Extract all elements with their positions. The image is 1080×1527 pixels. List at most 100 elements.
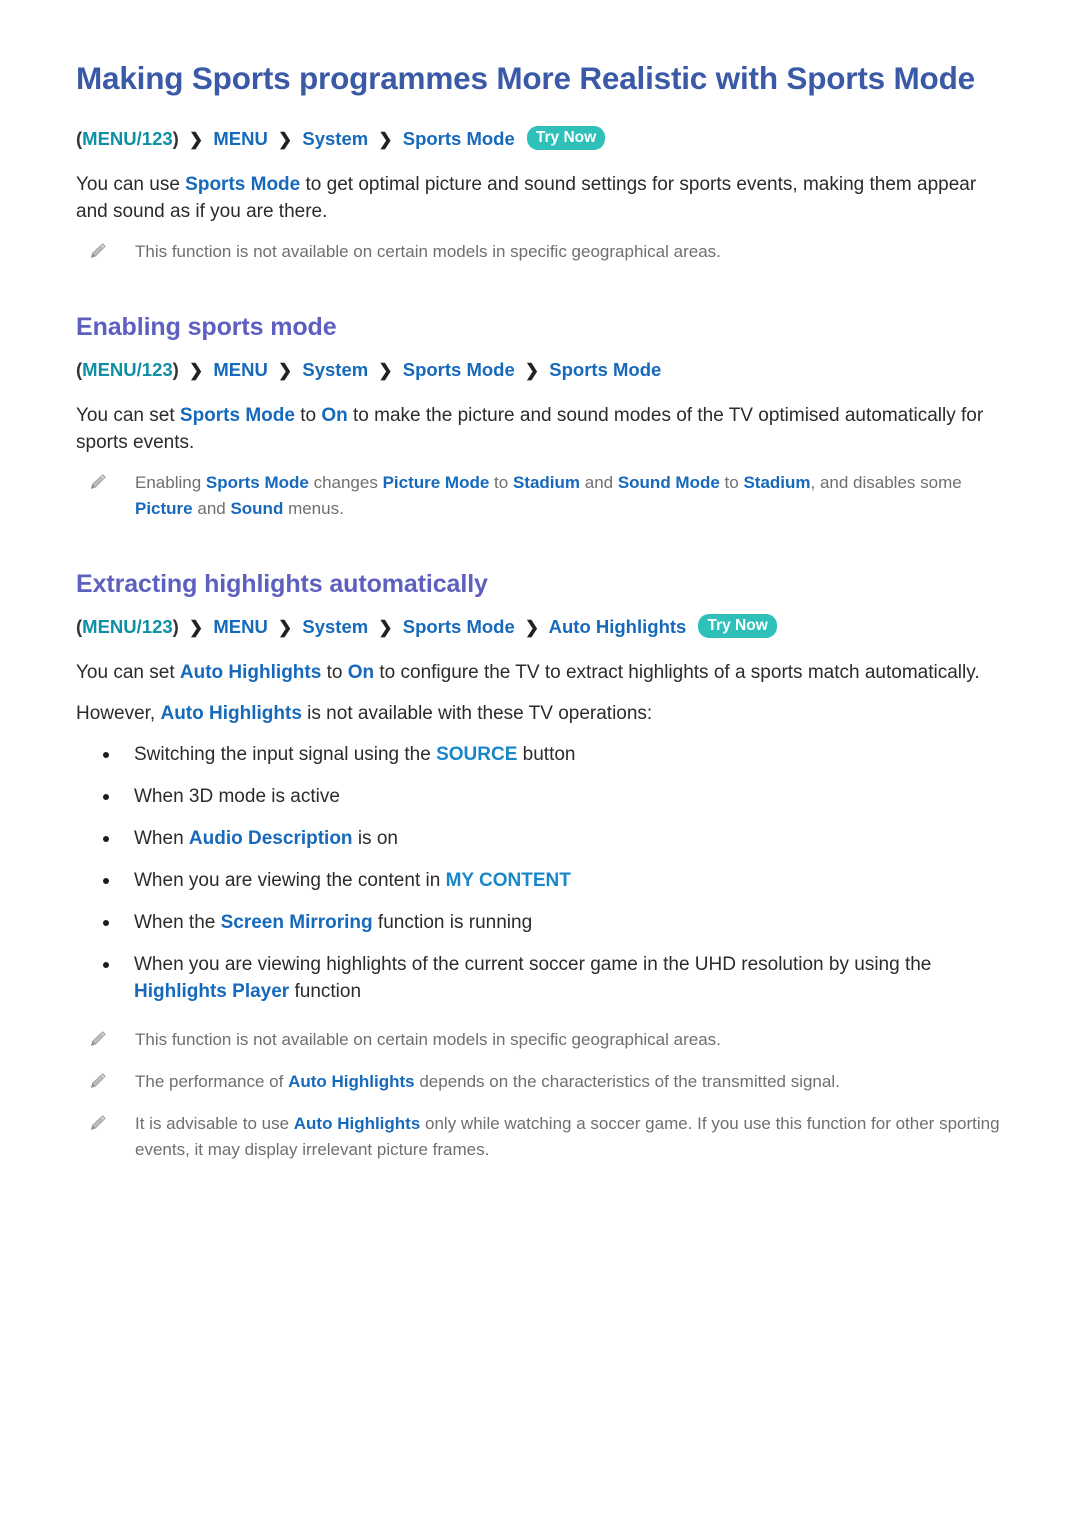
pencil-icon (90, 243, 106, 259)
breadcrumb-item-sports-mode[interactable]: Sports Mode (403, 359, 515, 380)
term-stadium-picture[interactable]: Stadium (513, 473, 580, 492)
bullet-text-pre: When you are viewing the content in (134, 870, 446, 891)
term-auto-highlights[interactable]: Auto Highlights (288, 1072, 415, 1091)
enabling-paragraph: You can set Sports Mode to On to make th… (76, 402, 1006, 456)
note-text-h: menus. (283, 499, 344, 518)
note-auto-highlights-performance: The performance of Auto Highlights depen… (82, 1069, 1020, 1095)
term-on[interactable]: On (321, 405, 347, 426)
note-text-a: It is advisable to use (135, 1114, 294, 1133)
try-now-badge[interactable]: Try Now (698, 614, 777, 639)
breadcrumb-item-menu[interactable]: MENU (213, 359, 267, 380)
term-auto-highlights[interactable]: Auto Highlights (160, 703, 301, 724)
pencil-icon (90, 474, 106, 490)
bottom-notes: This function is not available on certai… (76, 1027, 1020, 1163)
section-heading-enabling-sports-mode: Enabling sports mode (76, 313, 337, 341)
extracting-paragraph: You can set Auto Highlights to On to con… (76, 659, 1006, 686)
term-on[interactable]: On (348, 662, 374, 683)
term-sports-mode[interactable]: Sports Mode (185, 174, 300, 195)
breadcrumb-auto-highlights: (MENU/123) ❯ MENU ❯ System ❯ Sports Mode… (76, 614, 1020, 641)
chevron-right-icon: ❯ (188, 618, 204, 637)
breadcrumb-item-system[interactable]: System (302, 616, 368, 637)
breadcrumb-close-paren: ) (172, 616, 179, 637)
try-now-badge[interactable]: Try Now (526, 126, 606, 151)
term-sports-mode[interactable]: Sports Mode (206, 473, 309, 492)
text-a: You can set (76, 405, 180, 426)
unavailable-intro-paragraph: However, Auto Highlights is not availabl… (76, 700, 1006, 727)
bullet-text-pre: When you are viewing highlights of the c… (134, 954, 932, 975)
term-sound-mode[interactable]: Sound Mode (618, 473, 720, 492)
chevron-right-icon: ❯ (188, 361, 204, 380)
breadcrumb-key-menu123[interactable]: MENU/123 (82, 616, 172, 637)
text-b: is not available with these TV operation… (301, 703, 653, 724)
term-sound[interactable]: Sound (230, 499, 283, 518)
bullet-text-post: function is running (372, 912, 533, 933)
text-c: to configure the TV to extract highlight… (374, 662, 980, 683)
breadcrumb-item-system[interactable]: System (302, 128, 368, 149)
breadcrumb-item-menu[interactable]: MENU (213, 128, 267, 149)
note-text-c: to (489, 473, 513, 492)
note-geographical-areas: This function is not available on certai… (82, 239, 1020, 265)
pencil-icon (90, 1073, 106, 1089)
term-audio-description[interactable]: Audio Description (189, 828, 353, 849)
note-text-b: changes (308, 473, 383, 492)
breadcrumb-key-menu123[interactable]: MENU/123 (82, 359, 172, 380)
intro-paragraph: You can use Sports Mode to get optimal p… (76, 171, 1006, 225)
note-geographical-areas-2: This function is not available on certai… (82, 1027, 1020, 1053)
bullet-text-pre: When the (134, 912, 221, 933)
term-stadium-sound[interactable]: Stadium (743, 473, 810, 492)
note-text: This function is not available on certai… (135, 242, 721, 261)
note-text-e: to (719, 473, 744, 492)
note-text: This function is not available on certai… (135, 1030, 721, 1049)
breadcrumb-item-sports-mode-sub[interactable]: Sports Mode (549, 359, 661, 380)
breadcrumb-item-sports-mode[interactable]: Sports Mode (403, 128, 515, 149)
chevron-right-icon: ❯ (277, 618, 293, 637)
term-sports-mode[interactable]: Sports Mode (180, 405, 295, 426)
list-item: When you are viewing the content in MY C… (76, 867, 1020, 894)
page-title: Making Sports programmes More Realistic … (76, 60, 975, 96)
term-screen-mirroring[interactable]: Screen Mirroring (221, 912, 373, 933)
chevron-right-icon: ❯ (378, 618, 393, 637)
text-b: to (321, 662, 348, 683)
term-picture-mode[interactable]: Picture Mode (383, 473, 490, 492)
term-source[interactable]: SOURCE (436, 744, 517, 765)
term-highlights-player[interactable]: Highlights Player (134, 981, 289, 1002)
bullet-text-post: is on (352, 828, 398, 849)
breadcrumb-enabling-sports-mode: (MENU/123) ❯ MENU ❯ System ❯ Sports Mode… (76, 357, 1020, 384)
list-item: When Audio Description is on (76, 825, 1020, 852)
pencil-icon (90, 1115, 106, 1131)
note-text-d: and (580, 473, 618, 492)
pencil-icon (90, 1031, 106, 1047)
term-auto-highlights[interactable]: Auto Highlights (180, 662, 321, 683)
text-a: You can set (76, 662, 180, 683)
note-enabling-sports-mode-effects: Enabling Sports Mode changes Picture Mod… (82, 470, 1020, 522)
section-heading-extracting-highlights: Extracting highlights automatically (76, 570, 488, 598)
document-page: Making Sports programmes More Realistic … (0, 0, 1080, 1527)
breadcrumb-item-menu[interactable]: MENU (213, 616, 267, 637)
term-my-content[interactable]: MY CONTENT (446, 870, 571, 891)
unavailable-operations-list: Switching the input signal using the SOU… (76, 741, 1020, 1005)
chevron-right-icon: ❯ (277, 130, 293, 149)
note-text-a: Enabling (135, 473, 206, 492)
breadcrumb-item-auto-highlights[interactable]: Auto Highlights (549, 616, 687, 637)
breadcrumb-close-paren: ) (172, 128, 179, 149)
note-text-g: and (192, 499, 231, 518)
text-b: to (294, 405, 322, 426)
term-auto-highlights[interactable]: Auto Highlights (294, 1114, 421, 1133)
chevron-right-icon: ❯ (378, 130, 393, 149)
breadcrumb-item-sports-mode[interactable]: Sports Mode (403, 616, 515, 637)
chevron-right-icon: ❯ (524, 618, 540, 637)
note-text-b: depends on the characteristics of the tr… (414, 1072, 840, 1091)
text-a: However, (76, 703, 161, 724)
breadcrumb-item-system[interactable]: System (302, 359, 368, 380)
breadcrumb-close-paren: ) (172, 359, 179, 380)
breadcrumb-key-menu123[interactable]: MENU/123 (82, 128, 172, 149)
bullet-text-post: function (289, 981, 362, 1002)
bullet-text-pre: When 3D mode is active (134, 786, 340, 807)
list-item: When the Screen Mirroring function is ru… (76, 909, 1020, 936)
list-item: Switching the input signal using the SOU… (76, 741, 1020, 768)
bullet-text-pre: When (134, 828, 189, 849)
note-text-f: , and disables some (810, 473, 962, 492)
note-text-a: The performance of (135, 1072, 289, 1091)
term-picture[interactable]: Picture (135, 499, 193, 518)
chevron-right-icon: ❯ (188, 130, 204, 149)
